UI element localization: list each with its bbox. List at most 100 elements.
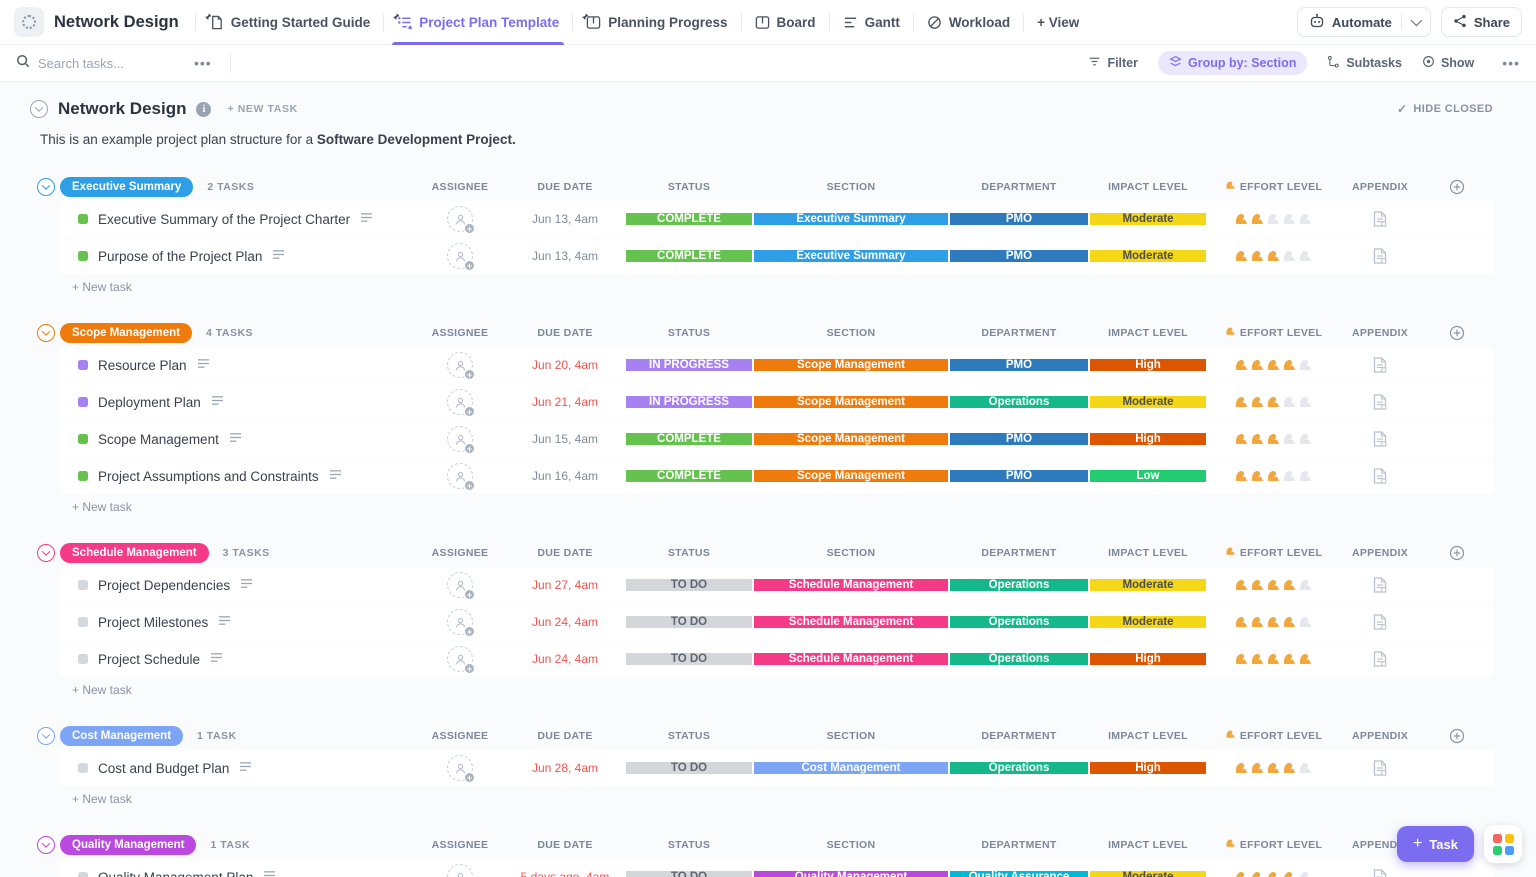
task-name[interactable]: Project Assumptions and Constraints bbox=[98, 469, 319, 484]
add-assignee-icon[interactable]: + bbox=[447, 243, 473, 269]
effort-level[interactable] bbox=[1207, 384, 1340, 420]
task-status-square[interactable] bbox=[78, 872, 88, 877]
status-chip[interactable]: COMPLETE bbox=[626, 433, 752, 445]
task-name[interactable]: Resource Plan bbox=[98, 358, 187, 373]
due-date[interactable]: 5 days ago, 4am bbox=[521, 870, 610, 877]
section-chip[interactable]: Scope Management bbox=[754, 470, 948, 482]
status-chip[interactable]: TO DO bbox=[626, 762, 752, 774]
group-badge[interactable]: Executive Summary bbox=[60, 177, 193, 197]
status-chip[interactable]: TO DO bbox=[626, 616, 752, 628]
column-header-appendix[interactable]: APPENDIX bbox=[1340, 173, 1420, 201]
status-chip[interactable]: COMPLETE bbox=[626, 470, 752, 482]
effort-level[interactable] bbox=[1207, 750, 1340, 786]
column-header-assignee[interactable]: ASSIGNEE bbox=[415, 173, 505, 201]
list-icon-box[interactable] bbox=[14, 7, 44, 37]
column-header-effort-level[interactable]: EFFORT LEVEL bbox=[1207, 319, 1340, 347]
section-chip[interactable]: Schedule Management bbox=[754, 653, 948, 665]
new-task-row[interactable]: + New task bbox=[60, 275, 1536, 299]
status-chip[interactable]: TO DO bbox=[626, 653, 752, 665]
tab-getting-started-guide[interactable]: Getting Started Guide bbox=[196, 0, 384, 45]
department-chip[interactable]: PMO bbox=[950, 470, 1088, 482]
collapse-group-icon[interactable] bbox=[37, 544, 55, 562]
column-header-assignee[interactable]: ASSIGNEE bbox=[415, 319, 505, 347]
column-header-status[interactable]: STATUS bbox=[625, 539, 753, 567]
department-chip[interactable]: Operations bbox=[950, 579, 1088, 591]
appendix-cell[interactable] bbox=[1340, 421, 1420, 457]
due-date[interactable]: Jun 24, 4am bbox=[532, 652, 598, 666]
add-assignee-icon[interactable]: + bbox=[447, 426, 473, 452]
column-header-department[interactable]: DEPARTMENT bbox=[949, 319, 1089, 347]
add-column-button[interactable] bbox=[1420, 319, 1493, 347]
column-header-section[interactable]: SECTION bbox=[753, 722, 949, 750]
appendix-cell[interactable] bbox=[1340, 604, 1420, 640]
column-header-due-date[interactable]: DUE DATE bbox=[505, 319, 625, 347]
add-task-button[interactable]: + Task bbox=[1397, 826, 1474, 862]
appendix-cell[interactable] bbox=[1340, 750, 1420, 786]
effort-level[interactable] bbox=[1207, 859, 1340, 877]
task-name[interactable]: Cost and Budget Plan bbox=[98, 761, 229, 776]
due-date[interactable]: Jun 28, 4am bbox=[532, 761, 598, 775]
column-header-impact-level[interactable]: IMPACT LEVEL bbox=[1089, 173, 1207, 201]
column-header-status[interactable]: STATUS bbox=[625, 722, 753, 750]
description-lines-icon[interactable] bbox=[229, 430, 242, 448]
task-status-square[interactable] bbox=[78, 617, 88, 627]
due-date[interactable]: Jun 15, 4am bbox=[532, 432, 598, 446]
section-chip[interactable]: Scope Management bbox=[754, 433, 948, 445]
appendix-cell[interactable] bbox=[1340, 384, 1420, 420]
column-header-status[interactable]: STATUS bbox=[625, 319, 753, 347]
impact-chip[interactable]: High bbox=[1090, 359, 1206, 371]
due-date[interactable]: Jun 16, 4am bbox=[532, 469, 598, 483]
section-chip[interactable]: Schedule Management bbox=[754, 579, 948, 591]
appendix-cell[interactable] bbox=[1340, 641, 1420, 677]
new-task-button[interactable]: + NEW TASK bbox=[227, 103, 297, 115]
task-name[interactable]: Executive Summary of the Project Charter bbox=[98, 212, 350, 227]
status-chip[interactable]: TO DO bbox=[626, 579, 752, 591]
show-button[interactable]: Show bbox=[1422, 55, 1474, 71]
task-name[interactable]: Scope Management bbox=[98, 432, 219, 447]
task-status-square[interactable] bbox=[78, 251, 88, 261]
column-header-section[interactable]: SECTION bbox=[753, 539, 949, 567]
add-view-button[interactable]: + View bbox=[1024, 0, 1092, 45]
column-header-impact-level[interactable]: IMPACT LEVEL bbox=[1089, 539, 1207, 567]
effort-level[interactable] bbox=[1207, 238, 1340, 274]
description-lines-icon[interactable] bbox=[329, 467, 342, 485]
tab-gantt[interactable]: Gantt bbox=[830, 0, 913, 45]
section-chip[interactable]: Scope Management bbox=[754, 359, 948, 371]
column-header-impact-level[interactable]: IMPACT LEVEL bbox=[1089, 831, 1207, 859]
task-status-square[interactable] bbox=[78, 763, 88, 773]
search-box[interactable] bbox=[16, 54, 186, 73]
group-badge[interactable]: Quality Management bbox=[60, 835, 196, 855]
due-date[interactable]: Jun 21, 4am bbox=[532, 395, 598, 409]
section-chip[interactable]: Quality Management bbox=[754, 871, 948, 877]
description-lines-icon[interactable] bbox=[211, 393, 224, 411]
section-chip[interactable]: Schedule Management bbox=[754, 616, 948, 628]
description-lines-icon[interactable] bbox=[360, 210, 373, 228]
collapse-list-icon[interactable] bbox=[30, 100, 48, 118]
impact-chip[interactable]: High bbox=[1090, 653, 1206, 665]
department-chip[interactable]: PMO bbox=[950, 433, 1088, 445]
tab-workload[interactable]: Workload bbox=[914, 0, 1023, 45]
new-task-row[interactable]: + New task bbox=[60, 495, 1536, 519]
column-header-status[interactable]: STATUS bbox=[625, 831, 753, 859]
add-column-button[interactable] bbox=[1420, 173, 1493, 201]
add-assignee-icon[interactable]: + bbox=[447, 646, 473, 672]
department-chip[interactable]: Operations bbox=[950, 396, 1088, 408]
column-header-section[interactable]: SECTION bbox=[753, 319, 949, 347]
appendix-cell[interactable] bbox=[1340, 458, 1420, 494]
effort-level[interactable] bbox=[1207, 347, 1340, 383]
department-chip[interactable]: Operations bbox=[950, 653, 1088, 665]
automate-button[interactable]: Automate bbox=[1297, 7, 1431, 37]
add-assignee-icon[interactable]: + bbox=[447, 864, 473, 877]
description-lines-icon[interactable] bbox=[263, 868, 276, 877]
task-status-square[interactable] bbox=[78, 654, 88, 664]
tab-planning-progress[interactable]: Planning Progress bbox=[573, 0, 740, 45]
task-name[interactable]: Project Schedule bbox=[98, 652, 200, 667]
search-input[interactable] bbox=[38, 56, 158, 71]
more-icon[interactable]: ••• bbox=[1494, 55, 1520, 71]
apps-grid-icon[interactable] bbox=[1484, 825, 1522, 863]
column-header-appendix[interactable]: APPENDIX bbox=[1340, 319, 1420, 347]
impact-chip[interactable]: Moderate bbox=[1090, 213, 1206, 225]
effort-level[interactable] bbox=[1207, 458, 1340, 494]
status-chip[interactable]: COMPLETE bbox=[626, 213, 752, 225]
column-header-due-date[interactable]: DUE DATE bbox=[505, 722, 625, 750]
